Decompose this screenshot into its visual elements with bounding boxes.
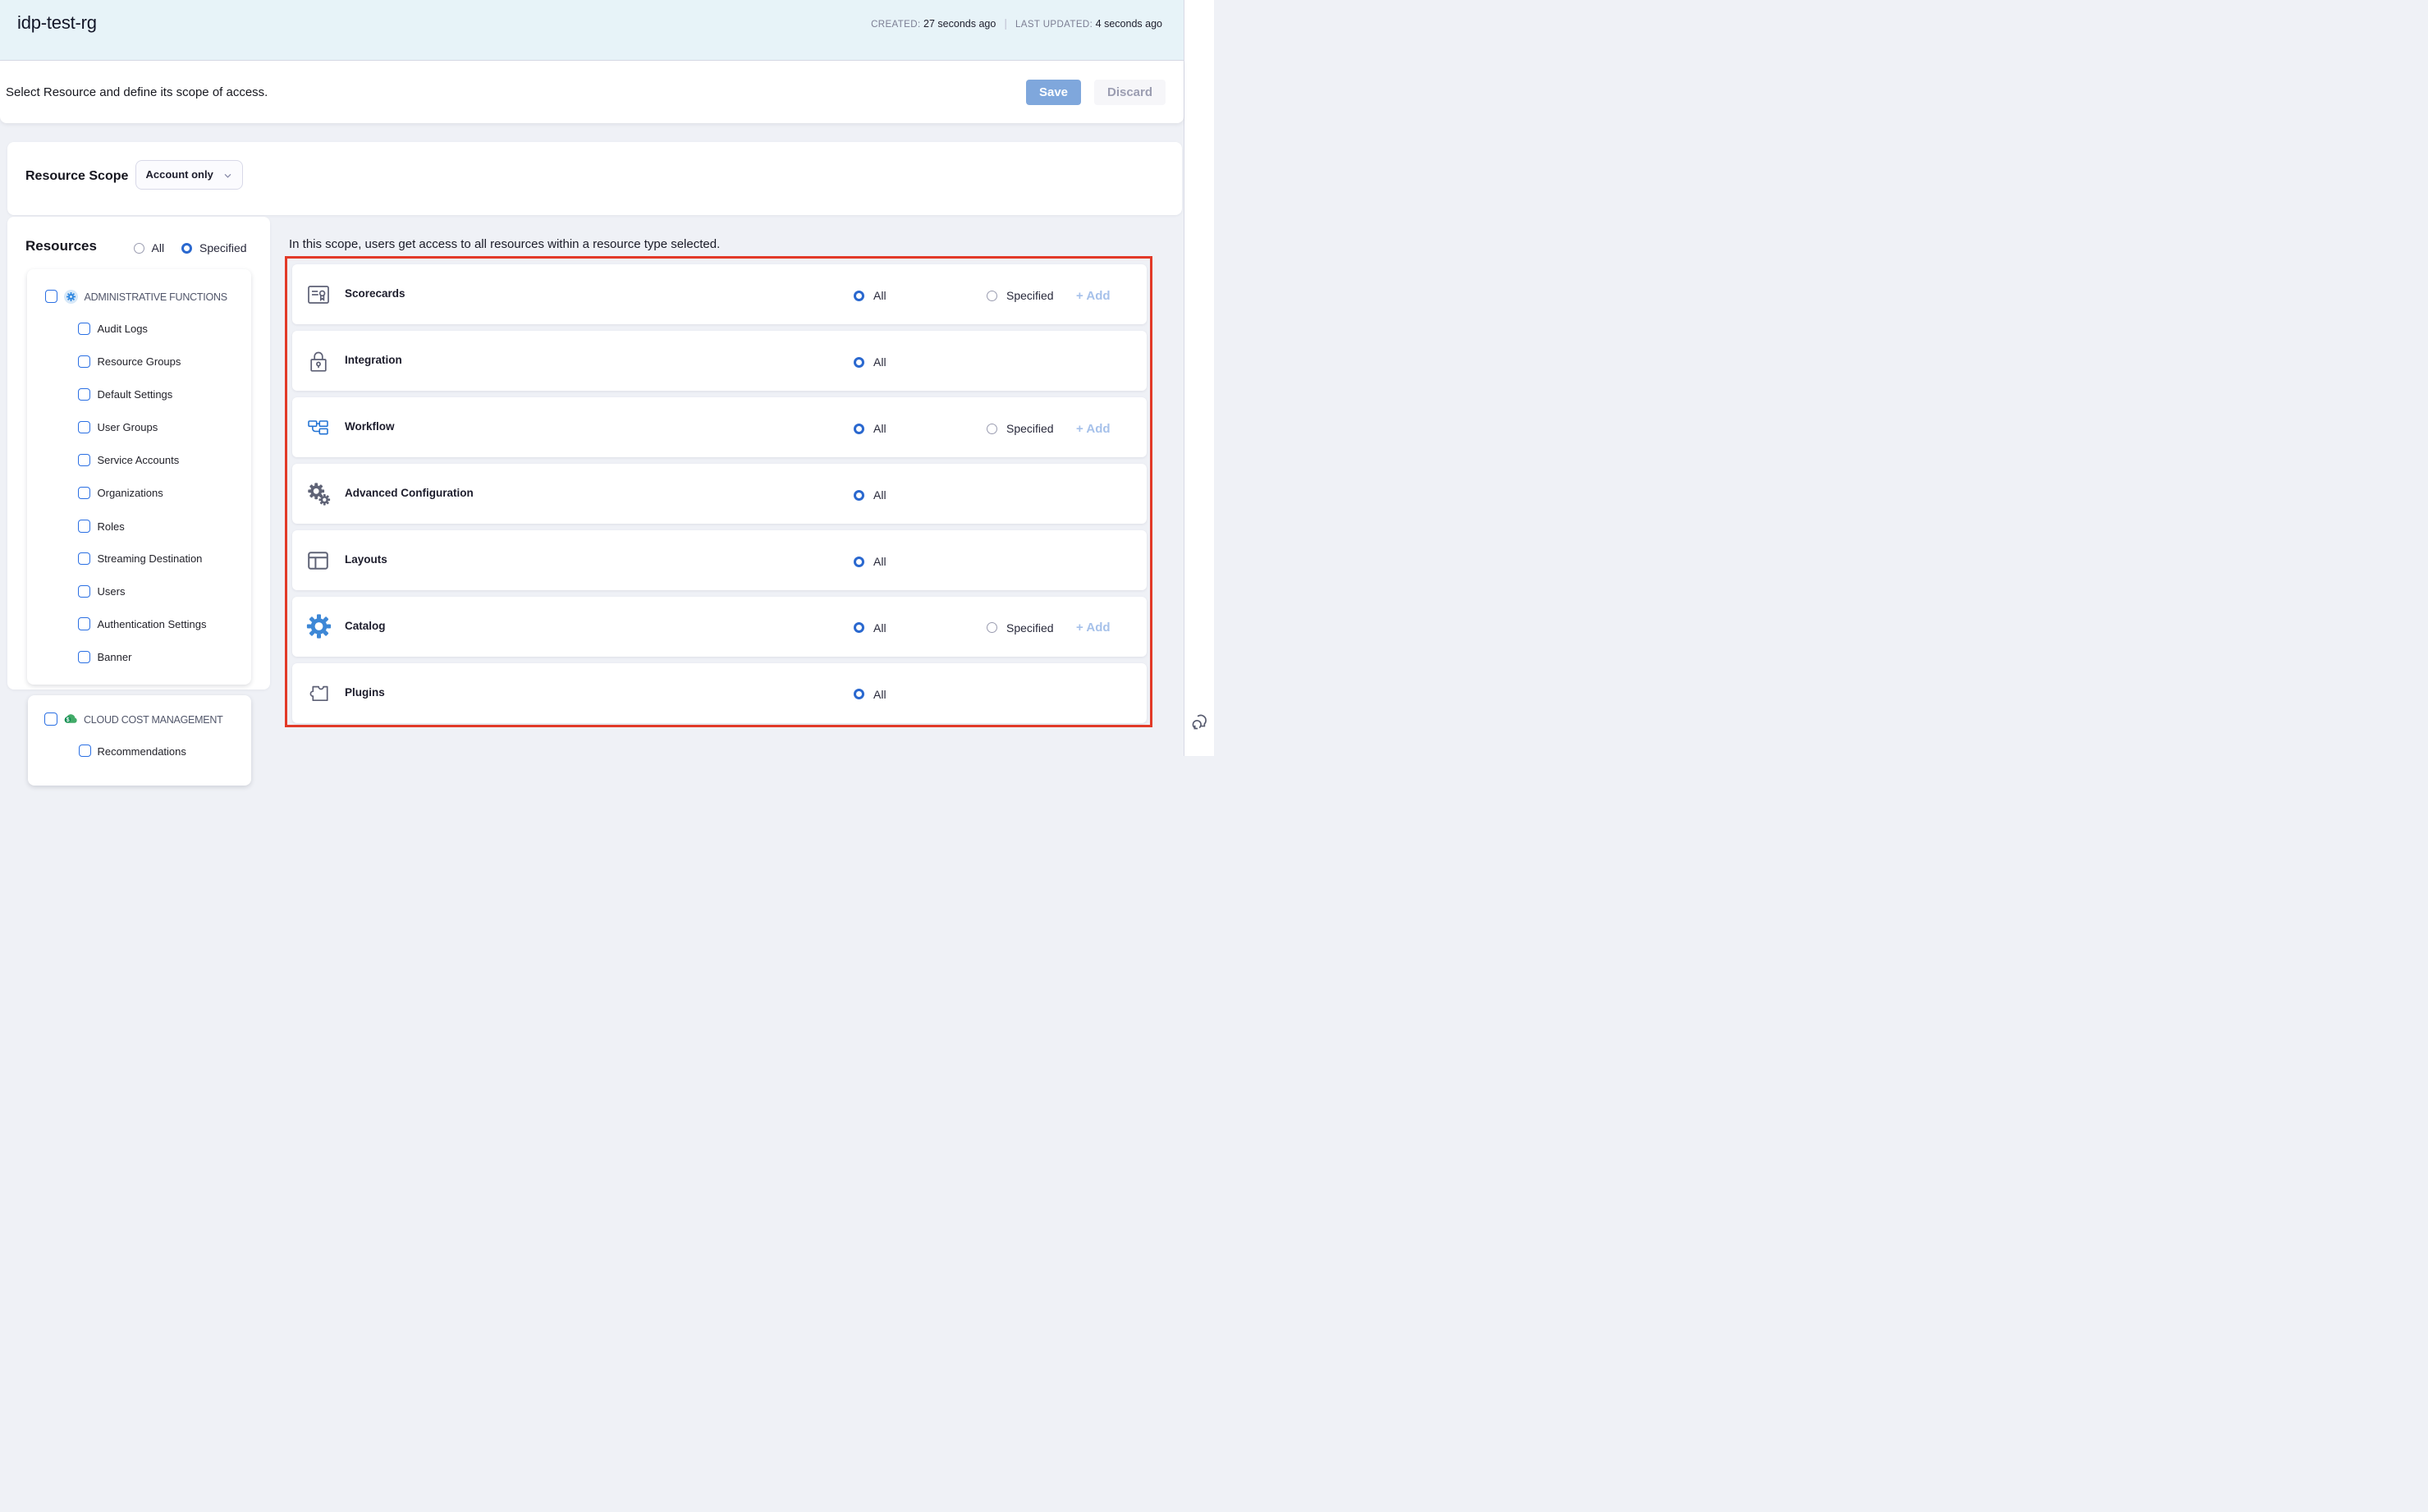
svg-text:$: $ [66, 717, 70, 723]
